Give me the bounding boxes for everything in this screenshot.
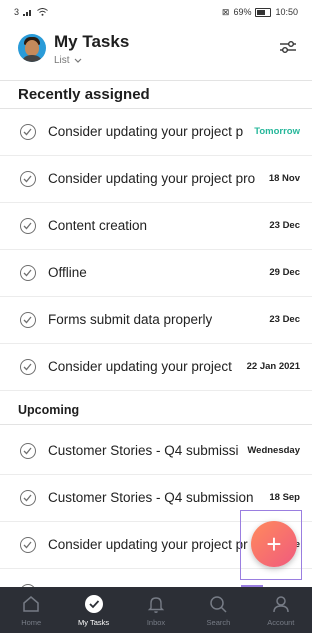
task-name: Consider updating your project pro xyxy=(48,171,256,186)
task-due-date: 18 Sep xyxy=(266,492,300,503)
search-icon xyxy=(210,596,227,613)
view-selector-label: List xyxy=(54,55,70,66)
page-title: My Tasks xyxy=(54,32,130,51)
section-title-recently-assigned: Recently assigned xyxy=(18,86,150,103)
complete-checkbox-icon[interactable] xyxy=(20,359,36,375)
battery-icon xyxy=(255,7,272,17)
nav-label: Home xyxy=(21,618,42,627)
home-icon xyxy=(23,596,39,612)
person-icon xyxy=(273,596,289,613)
task-row[interactable]: Consider updating your project pro 18 No… xyxy=(0,157,312,203)
nav-label: Account xyxy=(267,618,295,627)
wifi-icon xyxy=(37,8,48,16)
view-selector[interactable]: List xyxy=(54,55,82,66)
complete-checkbox-icon[interactable] xyxy=(20,124,36,140)
complete-checkbox-icon[interactable] xyxy=(20,265,36,281)
complete-checkbox-icon[interactable] xyxy=(20,218,36,234)
divider xyxy=(0,108,312,109)
signal-icon xyxy=(23,10,32,16)
complete-checkbox-icon[interactable] xyxy=(20,537,36,553)
filter-icon[interactable] xyxy=(278,38,298,56)
task-due-date: 23 Dec xyxy=(266,314,300,325)
nav-item-search[interactable]: Search xyxy=(187,587,249,633)
nav-label: My Tasks xyxy=(78,618,110,627)
check-circle-icon xyxy=(84,595,103,613)
nfc-icon: ⊠ xyxy=(221,6,230,17)
task-row[interactable]: Content creation 23 Dec xyxy=(0,204,312,250)
task-due-date: 22 Jan 2021 xyxy=(243,361,300,372)
status-carrier: 3 xyxy=(14,7,20,17)
app-header: My Tasks List xyxy=(0,26,312,70)
task-name: Customer Stories - Q4 submission xyxy=(48,490,254,505)
clock: 10:50 xyxy=(275,7,298,17)
nav-label: Search xyxy=(206,618,231,627)
nav-item-inbox[interactable]: Inbox xyxy=(125,587,187,633)
divider xyxy=(0,80,312,81)
nav-item-my-tasks[interactable]: My Tasks xyxy=(62,587,124,633)
complete-checkbox-icon[interactable] xyxy=(20,490,36,506)
task-name: Consider updating your project xyxy=(48,359,232,374)
task-due-date: Wednesday xyxy=(244,445,300,456)
add-task-button[interactable]: + xyxy=(251,521,297,567)
task-due-date: 29 Dec xyxy=(266,267,300,278)
avatar[interactable] xyxy=(18,34,46,62)
complete-checkbox-icon[interactable] xyxy=(20,312,36,328)
task-due-date: Tomorrow xyxy=(251,126,300,137)
complete-checkbox-icon[interactable] xyxy=(20,443,36,459)
task-name: Offline xyxy=(48,265,87,280)
task-row[interactable]: Forms submit data properly 23 Dec xyxy=(0,298,312,344)
chevron-down-icon xyxy=(74,58,81,63)
task-row[interactable]: Customer Stories - Q4 submissi Wednesday xyxy=(0,429,312,475)
task-name: Forms submit data properly xyxy=(48,312,213,327)
task-name: Content creation xyxy=(48,218,148,233)
bell-icon xyxy=(147,597,165,613)
battery-percent: 69% xyxy=(233,7,252,17)
complete-checkbox-icon[interactable] xyxy=(20,171,36,187)
task-due-date: 18 Nov xyxy=(265,173,300,184)
divider xyxy=(0,424,312,425)
task-row[interactable]: Consider updating your project 22 Jan 20… xyxy=(0,345,312,391)
status-bar: 3 ⊠ 69% 10:50 xyxy=(0,0,312,24)
nav-item-home[interactable]: Home xyxy=(0,587,62,633)
task-row[interactable]: Offline 29 Dec xyxy=(0,251,312,297)
nav-label: Inbox xyxy=(146,618,166,627)
task-row[interactable]: Consider updating your project p Tomorro… xyxy=(0,110,312,156)
section-title-upcoming: Upcoming xyxy=(18,403,80,417)
task-name: Consider updating your project pr xyxy=(48,537,248,552)
nav-item-account[interactable]: Account xyxy=(250,587,312,633)
task-name: Consider updating your project p xyxy=(48,124,244,139)
task-due-date: 23 Dec xyxy=(266,220,300,231)
task-name: Customer Stories - Q4 submissi xyxy=(48,443,239,458)
bottom-nav: Home My Tasks Inbox Search Account xyxy=(0,587,312,633)
